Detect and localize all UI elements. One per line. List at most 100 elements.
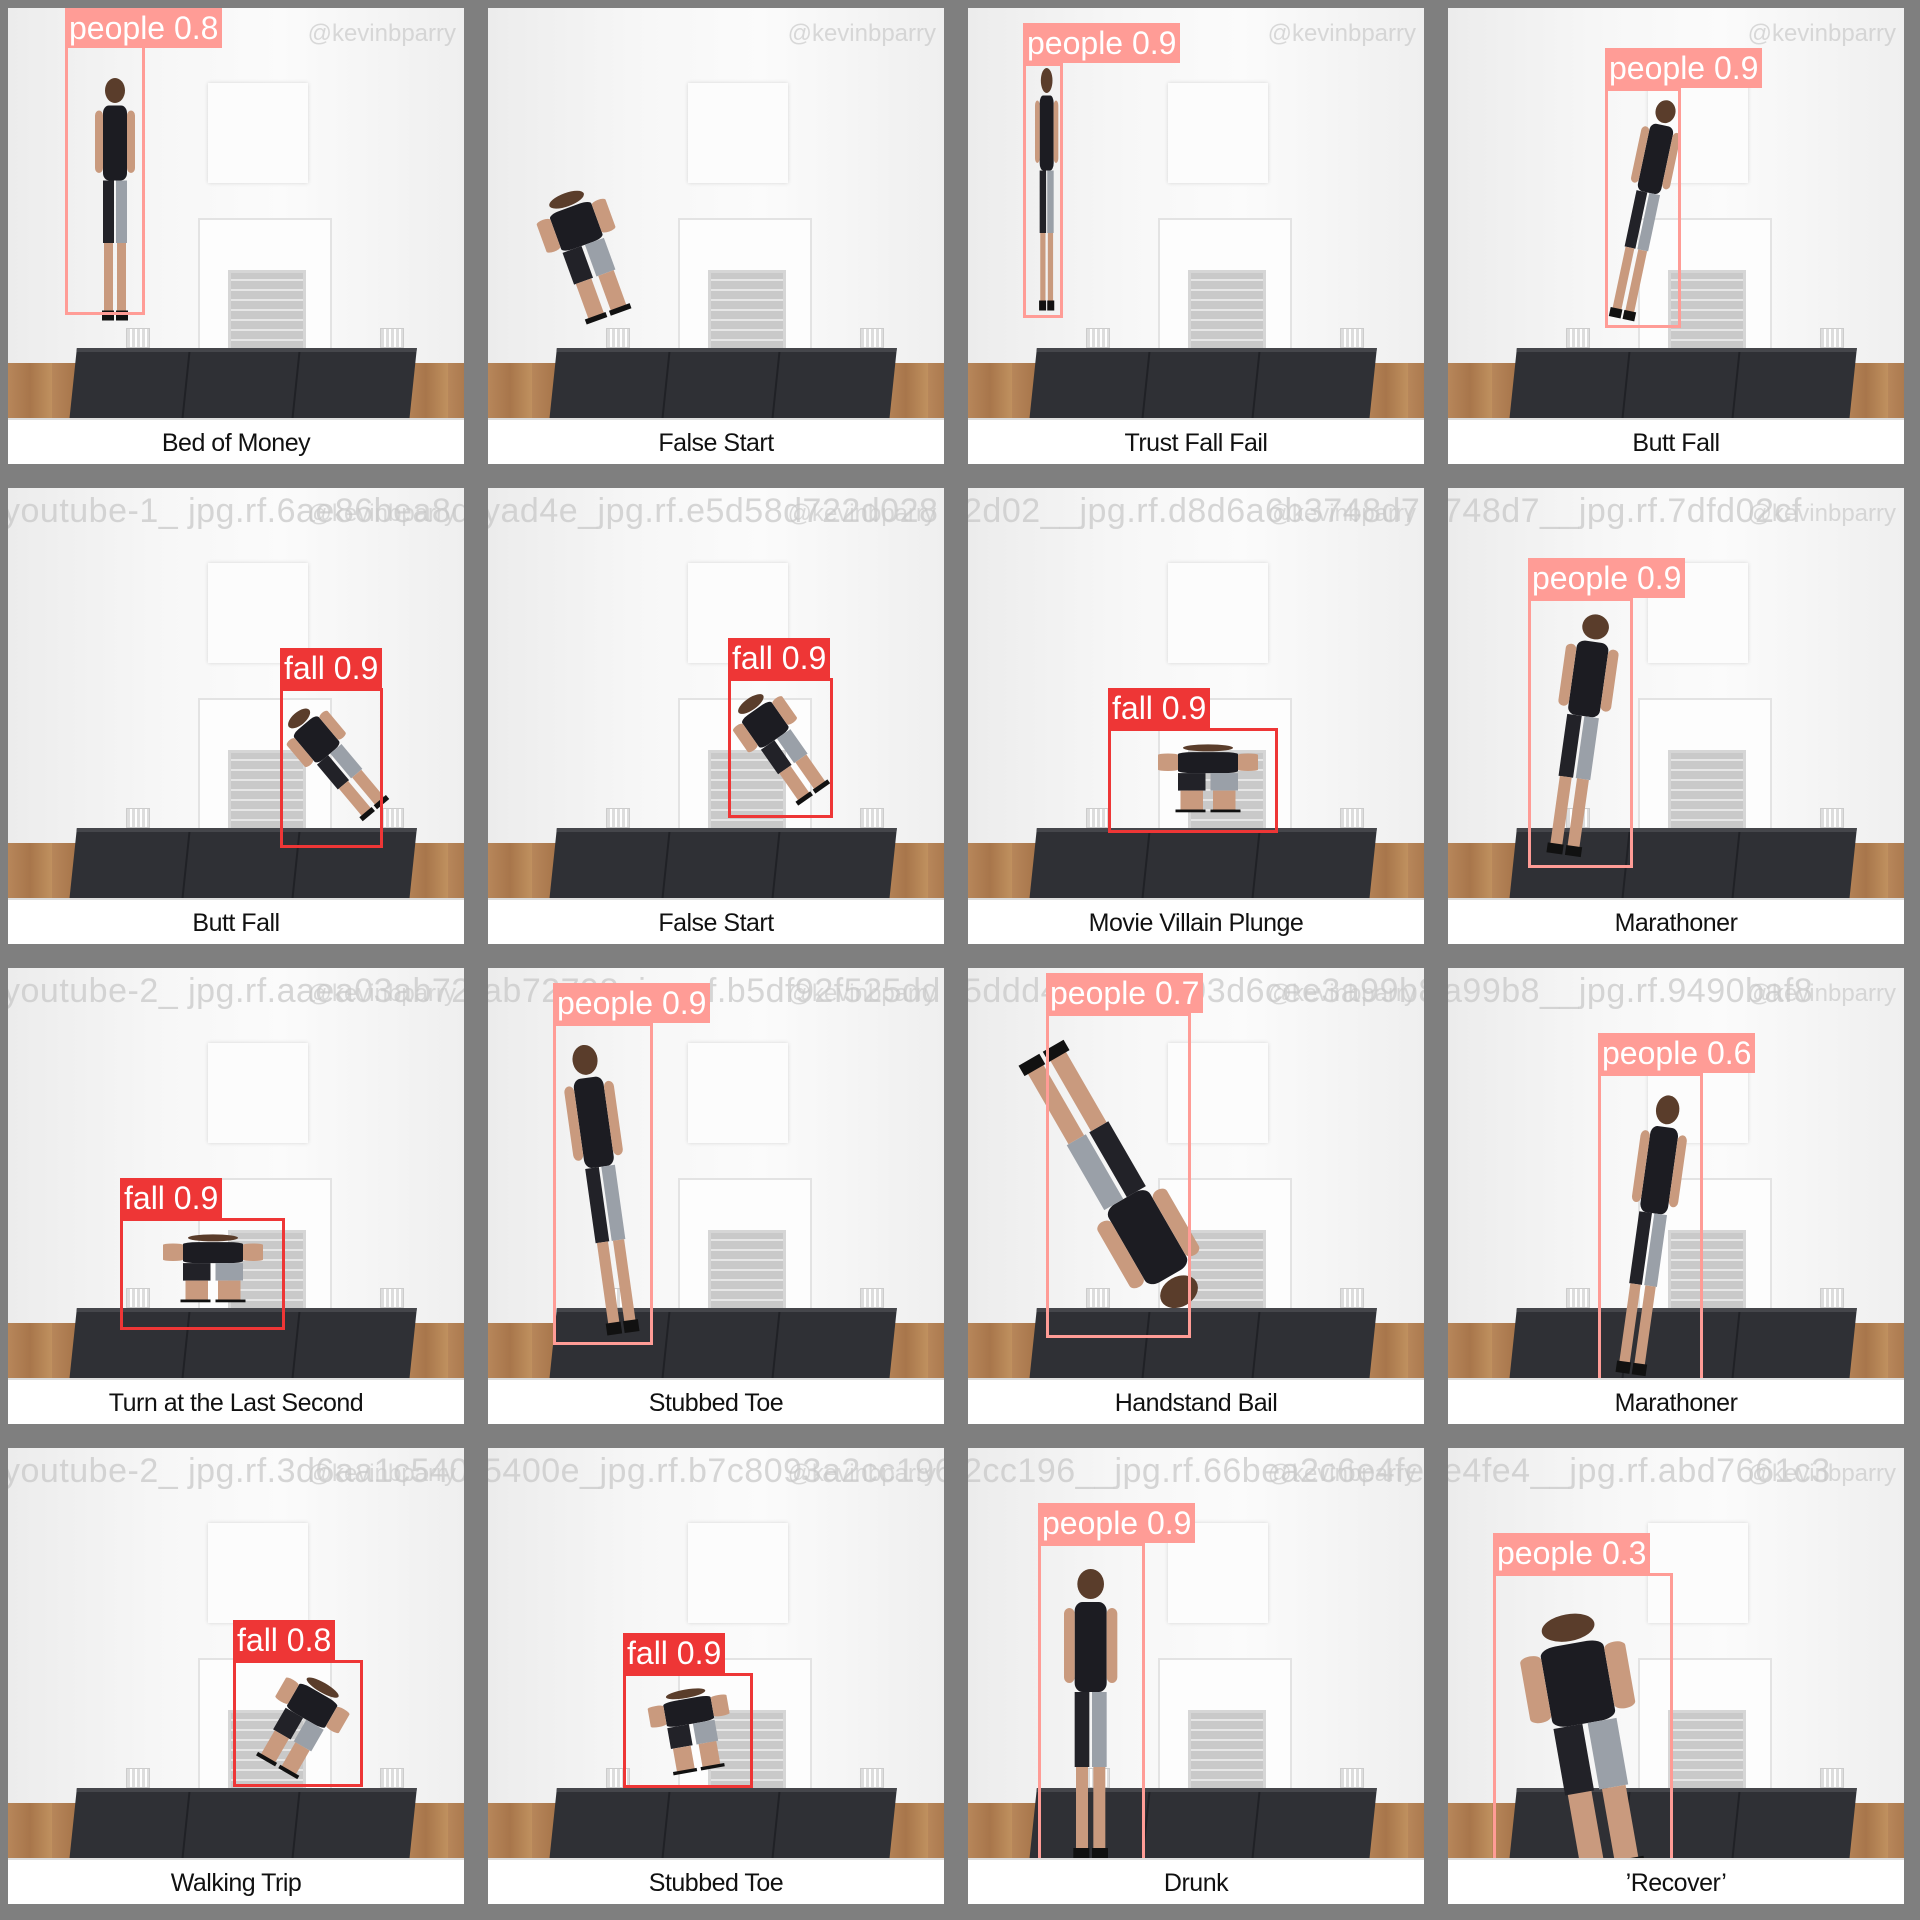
people-detection-label: people 0.6 — [1598, 1033, 1756, 1073]
video-frame: @kevinbparry people 0.9 Trust Fall Fail — [968, 8, 1424, 464]
room-scene: @kevinbparry 748d7__jpg.rf.7dfd02cf people… — [1448, 488, 1904, 898]
frame-caption: Bed of Money — [8, 418, 464, 464]
video-frame: @kevinbparry people 0.9 Butt Fall — [1448, 8, 1904, 464]
frame-caption: Stubbed Toe — [488, 1378, 944, 1424]
wall-vent — [860, 328, 884, 348]
grid-tile: @kevinbparry youtube-1_ jpg.rf.6ae86bea8d… — [0, 480, 472, 952]
wall-picture-frame — [688, 83, 788, 183]
filename-overlay: youtube-1_ jpg.rf.6ae86bea8d4e — [8, 492, 464, 530]
wall-picture-frame — [1168, 83, 1268, 183]
crash-mat — [1029, 828, 1377, 898]
wall-picture-frame — [688, 1043, 788, 1143]
video-frame: @kevinbparry 2d02__jpg.rf.d8d6a6b3748d7 fa… — [968, 488, 1424, 944]
people-detection-box — [1605, 88, 1681, 328]
wall-vent — [1340, 1288, 1364, 1308]
grid-tile: @kevinbparry e4fe4__jpg.rf.abd7661c3 peopl… — [1440, 1440, 1912, 1912]
wall-vent — [1820, 1288, 1844, 1308]
grid-tile: @kevinbparry ab72798_jpg.rf.b5df92f525dd p… — [480, 960, 952, 1432]
frame-caption: Stubbed Toe — [488, 1858, 944, 1904]
room-scene: @kevinbparry youtube-2_ jpg.rf.aaea03ab72… — [8, 968, 464, 1378]
video-frame: @kevinbparry e4fe4__jpg.rf.abd7661c3 peopl… — [1448, 1448, 1904, 1904]
fall-detection-label: fall 0.9 — [120, 1178, 223, 1218]
fall-detection-box — [120, 1218, 285, 1330]
grid-tile: @kevinbparry youtube-2_ jpg.rf.3d6aa1c540… — [0, 1440, 472, 1912]
grid-tile: @kevinbparry 2d02__jpg.rf.d8d6a6b3748d7 fa… — [960, 480, 1432, 952]
room-scene: @kevinbparry 5400e_jpg.rf.b7c8093a2cc196 f… — [488, 1448, 944, 1858]
filename-overlay: 2d02__jpg.rf.d8d6a6b3748d7 — [968, 492, 1421, 530]
room-scene: @kevinbparry5ddd49_jpg.rf.93d6cee3a99b8p… — [968, 968, 1424, 1378]
room-scene: @kevinbparry people 0.9 — [1448, 8, 1904, 418]
frame-caption: False Start — [488, 418, 944, 464]
crash-mat — [69, 348, 417, 418]
wall-vent — [1086, 808, 1110, 828]
filename-overlay: yad4e_jpg.rf.e5d58d722d028 — [488, 492, 939, 530]
wall-vent — [126, 1768, 150, 1788]
frame-caption: Turn at the Last Second — [8, 1378, 464, 1424]
people-detection-label: people 0.9 — [1038, 1503, 1196, 1543]
video-frame: @kevinbparry False Start — [488, 8, 944, 464]
grid-tile: @kevinbparry youtube-2_ jpg.rf.aaea03ab72… — [0, 960, 472, 1432]
people-detection-label: people 0.8 — [65, 8, 223, 48]
room-scene: @kevinbparry people 0.9 — [968, 8, 1424, 418]
frame-caption: Marathoner — [1448, 1378, 1904, 1424]
room-scene: @kevinbparry youtube-2_ jpg.rf.3d6aa1c540… — [8, 1448, 464, 1858]
filename-overlay: e4fe4__jpg.rf.abd7661c3 — [1448, 1452, 1831, 1490]
people-detection-label: people 0.3 — [1493, 1533, 1651, 1573]
frame-caption: False Start — [488, 898, 944, 944]
person-silhouette — [536, 190, 632, 325]
filename-overlay: 748d7__jpg.rf.7dfd02cf — [1448, 492, 1802, 530]
wall-vent — [1566, 328, 1590, 348]
room-scene: @kevinbparry e4fe4__jpg.rf.abd7661c3 peopl… — [1448, 1448, 1904, 1858]
video-frame: @kevinbparry5ddd49_jpg.rf.93d6cee3a99b8p… — [968, 968, 1424, 1424]
video-frame: @kevinbparry yad4e_jpg.rf.e5d58d722d028 fa… — [488, 488, 944, 944]
room-scene: @kevinbparry people 0.8 — [8, 8, 464, 418]
crash-mat — [549, 1788, 897, 1858]
wall-vent — [860, 808, 884, 828]
grid-tile: @kevinbparry people 0.9 Trust Fall Fail — [960, 0, 1432, 472]
filename-overlay: youtube-2_ jpg.rf.aaea03ab72798 — [8, 972, 464, 1010]
watermark: @kevinbparry — [1747, 20, 1896, 47]
wall-vent — [606, 328, 630, 348]
filename-overlay: youtube-2_ jpg.rf.3d6aa1c5400e — [8, 1452, 464, 1490]
filename-overlay: 2cc196__jpg.rf.66bea2c6e4fe4 — [968, 1452, 1424, 1490]
video-frame: @kevinbparry 2cc196__jpg.rf.66bea2c6e4fe4… — [968, 1448, 1424, 1904]
video-frame: @kevinbparry youtube-2_ jpg.rf.aaea03ab72… — [8, 968, 464, 1424]
people-detection-label: people 0.9 — [1023, 23, 1181, 63]
wall-picture-frame — [208, 1523, 308, 1623]
room-scene: @kevinbparry ab72798_jpg.rf.b5df92f525dd p… — [488, 968, 944, 1378]
frame-caption: Handstand Bail — [968, 1378, 1424, 1424]
people-detection-box — [65, 45, 145, 315]
room-scene: @kevinbparry 2d02__jpg.rf.d8d6a6b3748d7 fa… — [968, 488, 1424, 898]
frame-caption: Trust Fall Fail — [968, 418, 1424, 464]
video-frame: @kevinbparry 5400e_jpg.rf.b7c8093a2cc196 f… — [488, 1448, 944, 1904]
wall-vent — [380, 1768, 404, 1788]
fall-detection-label: fall 0.8 — [233, 1620, 336, 1660]
wall-vent — [380, 1288, 404, 1308]
frame-caption: Drunk — [968, 1858, 1424, 1904]
video-frame: @kevinbparry youtube-1_ jpg.rf.6ae86bea8d… — [8, 488, 464, 944]
fall-detection-box — [1108, 728, 1278, 833]
people-detection-box — [1528, 598, 1633, 868]
fall-detection-label: fall 0.9 — [623, 1633, 726, 1673]
room-scene: @kevinbparry — [488, 8, 944, 418]
frame-caption: Butt Fall — [8, 898, 464, 944]
crash-mat — [549, 348, 897, 418]
watermark: @kevinbparry — [787, 20, 936, 47]
people-detection-label: people 0.9 — [1528, 558, 1686, 598]
wall-vent — [380, 328, 404, 348]
room-scene: @kevinbparry youtube-1_ jpg.rf.6ae86bea8d… — [8, 488, 464, 898]
video-frame: @kevinbparry a99b8__jpg.rf.9490baf8 people… — [1448, 968, 1904, 1424]
fall-detection-box — [728, 678, 833, 818]
wall-picture-frame — [208, 1043, 308, 1143]
watermark: @kevinbparry — [307, 20, 456, 47]
crash-mat — [549, 828, 897, 898]
grid-tile: @kevinbparry False Start — [480, 0, 952, 472]
video-frame: @kevinbparry 748d7__jpg.rf.7dfd02cf people… — [1448, 488, 1904, 944]
fall-detection-box — [623, 1673, 753, 1788]
frame-caption: Marathoner — [1448, 898, 1904, 944]
people-detection-box — [553, 1023, 653, 1345]
watermark: @kevinbparry — [1267, 20, 1416, 47]
frame-caption: Walking Trip — [8, 1858, 464, 1904]
people-detection-box — [1598, 1073, 1703, 1378]
wall-vent — [126, 808, 150, 828]
